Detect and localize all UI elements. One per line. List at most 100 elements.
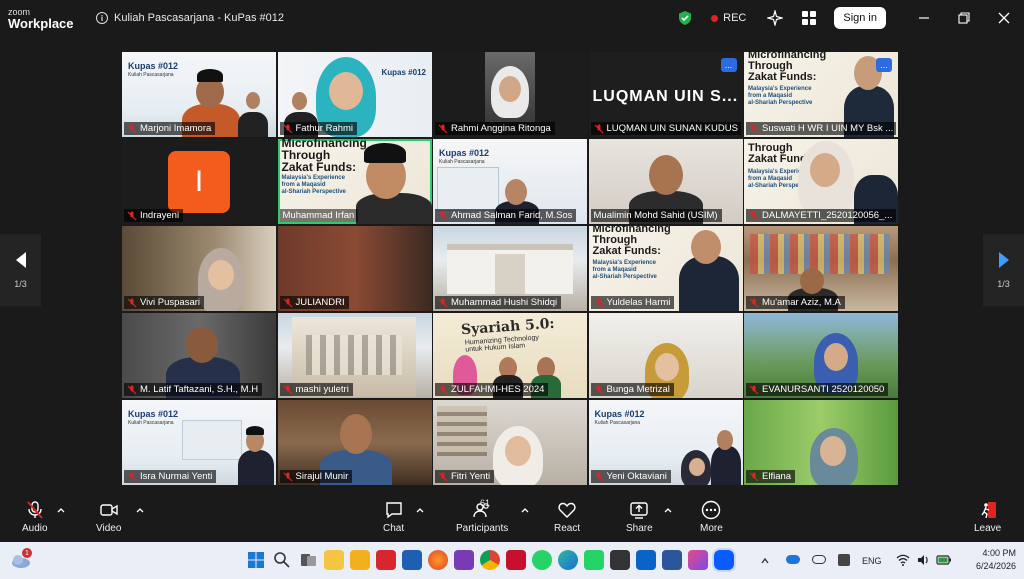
active-speaker-tile[interactable]: Microfinancing Through Zakat Funds: Malays… <box>277 139 432 224</box>
video-options-chevron-icon[interactable] <box>135 506 145 516</box>
video-tile[interactable]: Kupas #012 Kuliah Pascasarjana Ahmad Sal… <box>433 139 587 224</box>
video-tile[interactable]: ... LUQMAN UIN S... LUQMAN UIN SUNAN KUD… <box>588 52 743 137</box>
weather-widget[interactable]: 1 <box>10 548 32 570</box>
video-tile[interactable]: I Indrayeni <box>122 139 276 224</box>
info-icon[interactable]: i <box>96 12 108 24</box>
share-button[interactable]: Share <box>626 500 653 534</box>
restore-icon[interactable] <box>944 0 984 36</box>
video-tile[interactable]: Kupas #012 Kuliah Pascasarjana Marjoni I… <box>122 52 276 137</box>
mic-off-icon <box>127 472 137 481</box>
slide-title: Kupas #012 <box>128 409 179 419</box>
wifi-icon[interactable] <box>896 553 910 567</box>
outlook-icon[interactable] <box>636 550 656 570</box>
tile-more-button[interactable]: ... <box>720 58 737 72</box>
participant-name-label: ZULFAHMI-HES 2024 <box>435 383 549 396</box>
mic-off-icon <box>594 298 603 307</box>
video-tile[interactable]: Bunga Metrizal <box>588 313 743 398</box>
participant-name-label: Indrayeni <box>124 209 184 222</box>
meeting-title: Kuliah Pascasarjana - KuPas #012 <box>114 12 284 24</box>
video-tile[interactable]: JULIANDRI <box>277 226 432 311</box>
video-tile[interactable]: Elfiana <box>744 400 898 485</box>
mic-off-icon <box>127 211 137 220</box>
video-tile[interactable]: Mu'amar Aziz, M.A <box>744 226 898 311</box>
video-tile[interactable]: Microfinancing Through Zakat Funds: Malays… <box>588 226 743 311</box>
camera-icon <box>100 504 118 516</box>
video-tile[interactable]: M. Latif Taftazani, S.H., M.H <box>122 313 276 398</box>
word-icon[interactable] <box>662 550 682 570</box>
video-tile[interactable]: Kupas #012 Kuliah Pascasarjana Isra Nurm… <box>122 400 276 485</box>
participant-name-label: EVANURSANTI 2520120050 <box>746 383 889 396</box>
mic-off-icon <box>749 472 759 481</box>
participants-button[interactable]: 61 Participants <box>456 498 508 534</box>
video-tile[interactable]: Muhammad Hushi Shidqi <box>433 226 587 311</box>
pdf-reader-icon[interactable] <box>610 550 630 570</box>
video-tile[interactable]: Mualimin Mohd Sahid (USIM) <box>588 139 743 224</box>
system-clock[interactable]: 4:00 PM 6/24/2026 <box>976 547 1016 573</box>
cloud-sync-icon[interactable] <box>812 555 826 564</box>
video-tile[interactable]: mashi yuletri <box>277 313 432 398</box>
close-icon[interactable] <box>984 0 1024 36</box>
whatsapp-icon[interactable] <box>532 550 552 570</box>
more-button[interactable]: More <box>700 500 723 534</box>
video-tile[interactable]: Syariah 5.0: Humanizing Technology untuk … <box>433 313 587 398</box>
video-tile[interactable]: Rahmi Anggina Ritonga <box>433 52 587 137</box>
video-tile[interactable]: Vivi Puspasari <box>122 226 276 311</box>
editor-app-icon[interactable] <box>402 550 422 570</box>
zoom-taskbar-icon[interactable] <box>714 550 734 570</box>
arrow-left-icon <box>15 252 26 268</box>
firefox-icon[interactable] <box>428 550 448 570</box>
ai-companion-icon[interactable] <box>766 9 784 27</box>
video-tile[interactable]: Kupas #012 Kuliah Pascasarjana Yeni Okta… <box>588 400 743 485</box>
react-button[interactable]: React <box>554 500 580 534</box>
participant-name-label: Muhammad Irfan <box>279 209 359 222</box>
minimize-icon[interactable] <box>904 0 944 36</box>
chat-options-chevron-icon[interactable] <box>415 506 425 516</box>
rec-label: REC <box>723 12 747 24</box>
tray-chevron-icon[interactable] <box>760 556 770 566</box>
video-tile[interactable]: Through Zakat Funds: Malaysia's Experienc… <box>744 139 898 224</box>
sign-in-button[interactable]: Sign in <box>834 7 886 29</box>
shield-icon[interactable] <box>677 10 693 26</box>
previous-page-button[interactable]: 1/3 <box>0 234 41 306</box>
chrome-icon[interactable] <box>480 550 500 570</box>
language-indicator[interactable]: ENG <box>862 556 882 566</box>
mic-off-icon <box>749 124 759 133</box>
participant-name-label: Bunga Metrizal <box>590 383 674 396</box>
recording-indicator[interactable]: REC <box>711 12 746 24</box>
wps-office-icon[interactable] <box>376 550 396 570</box>
onedrive-icon[interactable] <box>786 555 800 564</box>
security-tray-icon[interactable] <box>838 554 850 566</box>
video-tile[interactable]: EVANURSANTI 2520120050 <box>744 313 898 398</box>
video-tile[interactable]: Sirajul Munir <box>277 400 432 485</box>
mic-off-icon <box>438 472 448 481</box>
slide-title: Microfinancing Through Zakat Funds: <box>281 139 367 174</box>
audio-button[interactable]: Audio <box>22 500 48 534</box>
edge-icon[interactable] <box>558 550 578 570</box>
task-view-icon[interactable] <box>298 550 318 570</box>
volume-icon[interactable] <box>916 553 930 567</box>
leave-button[interactable]: Leave <box>974 500 1001 534</box>
photos-app-icon[interactable] <box>688 550 708 570</box>
video-tile[interactable]: Microfinancing Through Zakat Funds: Malays… <box>744 52 898 137</box>
participant-name-label: JULIANDRI <box>279 296 349 309</box>
tile-more-button[interactable]: ... <box>876 58 892 72</box>
title-bar: zoom Workplace i Kuliah Pascasarjana - K… <box>0 0 1024 36</box>
whatsapp-desktop-icon[interactable] <box>584 550 604 570</box>
start-icon[interactable] <box>246 550 266 570</box>
mcafee-icon[interactable] <box>506 550 526 570</box>
share-options-chevron-icon[interactable] <box>663 506 673 516</box>
audio-options-chevron-icon[interactable] <box>56 506 66 516</box>
video-tile[interactable]: Kupas #012 Fathur Rahmi <box>277 52 432 137</box>
next-page-button[interactable]: 1/3 <box>983 234 1024 306</box>
participants-options-chevron-icon[interactable] <box>520 506 530 516</box>
battery-icon[interactable] <box>936 554 952 566</box>
search-icon[interactable] <box>272 550 292 570</box>
meeting-info[interactable]: i Kuliah Pascasarjana - KuPas #012 <box>96 12 284 24</box>
file-explorer-icon[interactable] <box>324 550 344 570</box>
video-button[interactable]: Video <box>96 500 121 534</box>
onenote-icon[interactable] <box>454 550 474 570</box>
chat-button[interactable]: Chat <box>383 500 404 534</box>
video-tile[interactable]: Fitri Yenti <box>433 400 587 485</box>
apps-grid-icon[interactable] <box>800 9 818 27</box>
documents-app-icon[interactable] <box>350 550 370 570</box>
